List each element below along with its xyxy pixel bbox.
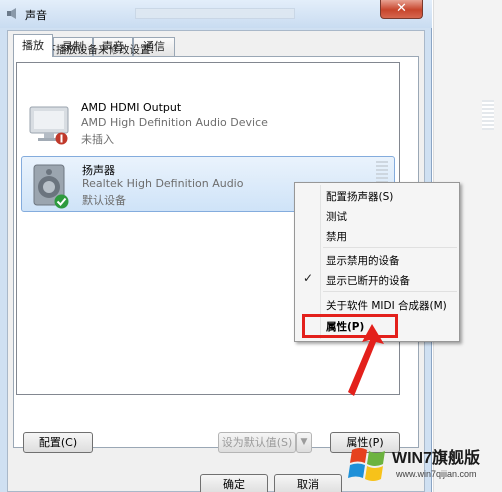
- disconnected-badge: [55, 132, 68, 145]
- checkmark-icon: ✓: [303, 271, 314, 285]
- menu-item-show-disconnected[interactable]: 显示已断开的设备: [326, 273, 410, 288]
- menu-item-show-disabled[interactable]: 显示禁用的设备: [326, 253, 400, 268]
- device-status: 默认设备: [82, 194, 126, 207]
- menu-separator: [323, 291, 457, 292]
- menu-item-test[interactable]: 测试: [326, 209, 347, 224]
- device-item-hdmi[interactable]: AMD HDMI Output AMD High Definition Audi…: [21, 96, 395, 152]
- configure-button[interactable]: 配置(C): [23, 432, 93, 453]
- windows-logo-icon: [348, 448, 385, 481]
- device-status: 未插入: [81, 133, 114, 146]
- device-description: Realtek High Definition Audio: [82, 177, 244, 190]
- blurred-title-region: [135, 8, 295, 19]
- menu-separator: [323, 247, 457, 248]
- menu-item-disable[interactable]: 禁用: [326, 229, 347, 244]
- tab-playback[interactable]: 播放: [13, 34, 53, 57]
- ok-button[interactable]: 确定: [200, 474, 268, 492]
- menu-item-configure-speakers[interactable]: 配置扬声器(S): [326, 189, 393, 204]
- set-default-dropdown-arrow[interactable]: ▼: [296, 432, 312, 453]
- device-name: AMD HDMI Output: [81, 101, 182, 114]
- watermark-url: www.win7qijian.com: [396, 469, 477, 479]
- speaker-icon: [7, 8, 16, 19]
- menu-item-about-midi[interactable]: 关于软件 MIDI 合成器(M): [326, 298, 447, 313]
- title-bar[interactable]: 声音 ✕: [0, 0, 432, 28]
- cancel-button[interactable]: 取消: [274, 474, 342, 492]
- device-name: 扬声器: [82, 164, 115, 177]
- close-button[interactable]: ✕: [380, 0, 423, 19]
- watermark: WIN7旗舰版 www.win7qijian.com: [344, 440, 502, 492]
- pointer-arrow-icon: [348, 324, 384, 396]
- device-description: AMD High Definition Audio Device: [81, 116, 268, 129]
- background-scroll-indicator: [482, 100, 494, 130]
- watermark-text: WIN7旗舰版: [392, 450, 481, 467]
- default-check-badge: [54, 194, 69, 209]
- set-default-button[interactable]: 设为默认值(S): [218, 432, 296, 453]
- window-title: 声音: [25, 9, 47, 22]
